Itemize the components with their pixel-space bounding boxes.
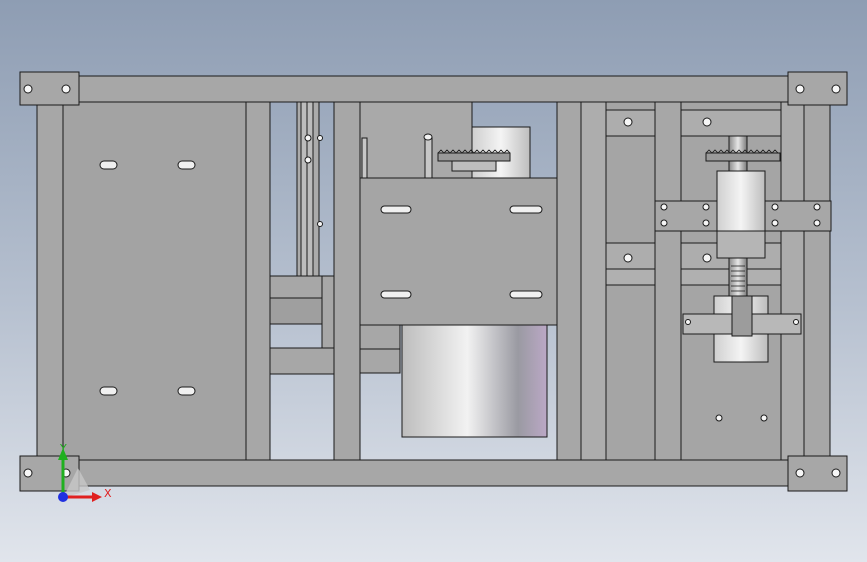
center-lower-bar-2: [359, 348, 401, 374]
cad-viewport[interactable]: X Y: [0, 0, 867, 562]
post-d: [580, 101, 607, 461]
center-slide-plate: [359, 177, 558, 326]
right-outer-post: [803, 101, 831, 461]
y-axis-label: Y: [59, 442, 67, 455]
x-axis-label: X: [104, 487, 112, 500]
center-lower-bar-1: [359, 324, 401, 350]
post-a: [245, 101, 271, 461]
post-b: [333, 101, 361, 461]
sprocket-right: [705, 152, 781, 162]
sprocket-left: [437, 152, 511, 162]
main-motor: [401, 324, 548, 438]
left-side-panel: [62, 101, 247, 461]
assembly-drawing[interactable]: X Y: [0, 0, 867, 562]
post-c: [556, 101, 582, 461]
left-outer-post: [36, 101, 64, 461]
cross-member-3: [269, 347, 335, 375]
bottom-beam: [78, 459, 789, 487]
cross-member-stub: [321, 275, 335, 349]
post-e: [654, 101, 682, 461]
top-beam: [78, 75, 789, 103]
right-lower-rail: [605, 268, 805, 286]
post-f: [780, 101, 805, 461]
